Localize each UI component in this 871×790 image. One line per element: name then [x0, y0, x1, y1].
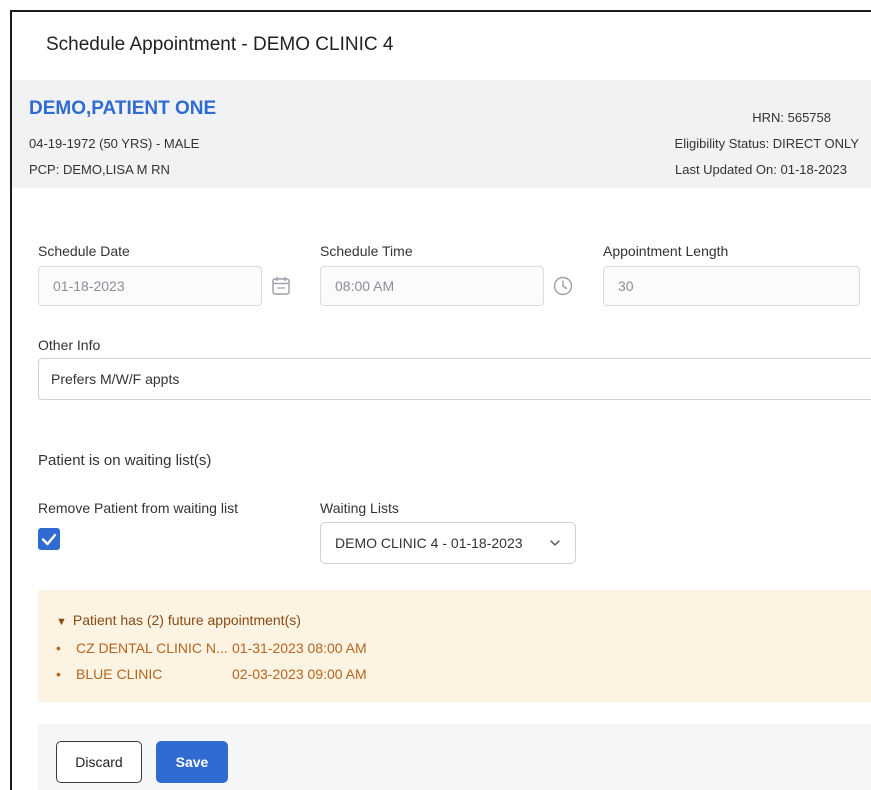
appointment-length-label: Appointment Length [603, 243, 729, 259]
schedule-appointment-modal: Schedule Appointment - DEMO CLINIC 4 DEM… [10, 10, 871, 790]
bullet-icon: • [56, 640, 61, 656]
waiting-list-section-title: Patient is on waiting list(s) [38, 452, 212, 469]
appointment-length-input[interactable]: 30 [603, 266, 860, 306]
remove-from-waiting-list-checkbox[interactable] [38, 528, 60, 550]
modal-footer: Discard Save [38, 724, 871, 790]
other-info-input[interactable]: Prefers M/W/F appts [38, 358, 871, 400]
chevron-down-icon [550, 540, 560, 546]
remove-from-waiting-list-label: Remove Patient from waiting list [38, 500, 238, 516]
future-appointments-toggle[interactable]: ▼ Patient has (2) future appointment(s) [56, 612, 301, 628]
patient-name: DEMO,PATIENT ONE [29, 98, 217, 119]
schedule-time-input[interactable]: 08:00 AM [320, 266, 544, 306]
caret-down-icon: ▼ [56, 616, 67, 628]
patient-dob: 04-19-1972 (50 YRS) - MALE [29, 136, 200, 151]
list-item: • BLUE CLINIC 02-03-2023 09:00 AM [56, 666, 367, 682]
appointment-datetime: 02-03-2023 09:00 AM [232, 666, 367, 682]
schedule-time-label: Schedule Time [320, 243, 413, 259]
calendar-icon[interactable] [270, 275, 292, 297]
save-button[interactable]: Save [156, 741, 228, 783]
appointment-clinic: BLUE CLINIC [76, 666, 163, 682]
list-item: • CZ DENTAL CLINIC N... 01-31-2023 08:00 A… [56, 640, 367, 656]
waiting-lists-selected-value: DEMO CLINIC 4 - 01-18-2023 [335, 535, 523, 551]
modal-title: Schedule Appointment - DEMO CLINIC 4 [46, 34, 394, 55]
last-updated: Last Updated On: 01-18-2023 [674, 162, 847, 177]
future-appointments-panel: ▼ Patient has (2) future appointment(s) •… [38, 590, 871, 702]
appointment-clinic: CZ DENTAL CLINIC N... [76, 640, 228, 656]
clock-icon[interactable] [552, 275, 574, 297]
patient-header: DEMO,PATIENT ONE 04-19-1972 (50 YRS) - M… [12, 80, 871, 188]
appointment-datetime: 01-31-2023 08:00 AM [232, 640, 367, 656]
checkmark-icon [41, 533, 57, 546]
bullet-icon: • [56, 666, 61, 682]
discard-button[interactable]: Discard [56, 741, 142, 783]
schedule-date-input[interactable]: 01-18-2023 [38, 266, 262, 306]
future-appointments-summary: Patient has (2) future appointment(s) [72, 612, 301, 628]
patient-hrn: HRN: 565758 [752, 110, 831, 125]
waiting-lists-select[interactable]: DEMO CLINIC 4 - 01-18-2023 [320, 522, 576, 564]
patient-pcp: PCP: DEMO,LISA M RN [29, 162, 170, 177]
other-info-label: Other Info [38, 337, 101, 353]
eligibility-status: Eligibility Status: DIRECT ONLY [674, 136, 859, 151]
schedule-date-label: Schedule Date [38, 243, 130, 259]
waiting-lists-label: Waiting Lists [320, 500, 399, 516]
